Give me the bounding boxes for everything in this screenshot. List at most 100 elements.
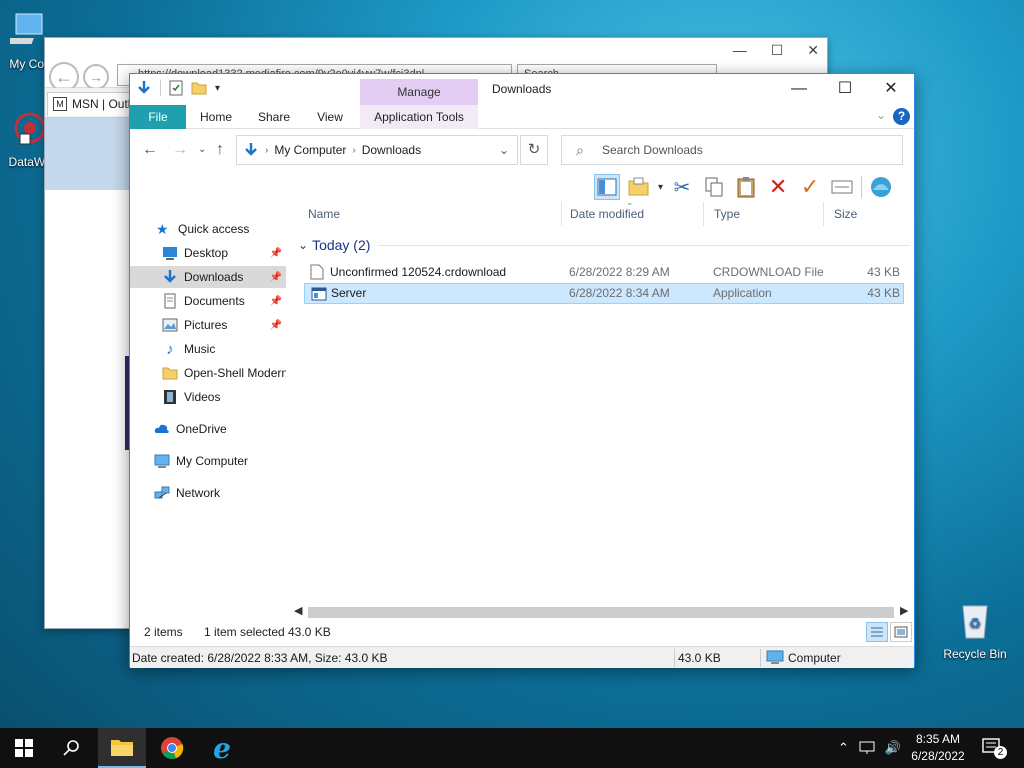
taskbar-clock[interactable]: 8:35 AM 6/28/2022 xyxy=(908,731,968,765)
taskbar-chrome[interactable] xyxy=(148,728,196,768)
delete-button[interactable]: ✕ xyxy=(765,174,791,200)
pin-icon[interactable]: 📌 xyxy=(270,248,282,259)
pin-icon[interactable]: 📌 xyxy=(270,272,282,283)
open-shell-button[interactable] xyxy=(868,174,894,200)
address-row: ← → ⌄ ↑ › My Computer › Downloads ⌄ ↻ ⌕ … xyxy=(130,132,914,168)
maximize-icon[interactable]: ☐ xyxy=(771,42,784,59)
large-icons-view-button[interactable] xyxy=(890,622,912,642)
pin-icon[interactable]: 📌 xyxy=(270,296,282,307)
close-icon[interactable]: ✕ xyxy=(807,42,819,59)
table-row[interactable]: Server 6/28/2022 8:34 AM Application 43 … xyxy=(304,283,904,304)
copy-button[interactable] xyxy=(701,174,727,200)
sidebar-item-downloads[interactable]: Downloads 📌 xyxy=(130,266,286,288)
sidebar-item-open-shell[interactable]: Open-Shell Modern xyxy=(130,362,286,384)
ribbon-expand-chevron-icon[interactable]: ⌄ xyxy=(876,108,886,122)
download-arrow-icon xyxy=(138,81,150,94)
folder-icon xyxy=(162,367,178,380)
column-header-type[interactable]: Type xyxy=(704,202,824,226)
refresh-button[interactable]: ↻ xyxy=(520,135,548,165)
document-icon xyxy=(164,293,176,309)
chevron-down-icon[interactable]: ⌄ xyxy=(499,143,509,157)
file-explorer-window[interactable]: ▾ Manage Downloads — ☐ ✕ File Home Share… xyxy=(129,73,915,668)
column-header-size[interactable]: Size xyxy=(824,202,904,226)
new-folder-icon[interactable] xyxy=(191,80,207,96)
details-view-button[interactable] xyxy=(866,622,888,642)
details-bar: Date created: 6/28/2022 8:33 AM, Size: 4… xyxy=(130,646,914,668)
chevron-up-icon[interactable]: ⌃ xyxy=(838,740,849,756)
action-center-button[interactable]: 2 xyxy=(982,738,1008,760)
sidebar-item-onedrive[interactable]: OneDrive xyxy=(130,418,286,440)
scissors-icon: ✂ xyxy=(673,176,691,199)
up-arrow-icon[interactable]: ↑ xyxy=(216,141,224,159)
browser-tab-msn[interactable]: M MSN | Outl xyxy=(47,92,138,116)
paste-button[interactable] xyxy=(733,174,759,200)
navigation-pane-button[interactable] xyxy=(594,174,620,200)
recent-chevron-icon[interactable]: ⌄ xyxy=(198,144,206,155)
pin-icon[interactable]: 📌 xyxy=(270,320,282,331)
sidebar-item-my-computer[interactable]: My Computer xyxy=(130,450,286,472)
properties-button[interactable]: ✓ xyxy=(797,174,823,200)
sidebar-item-label: My Computer xyxy=(176,454,249,468)
search-input[interactable]: ⌕ Search Downloads xyxy=(561,135,903,165)
cut-button[interactable]: ✂ xyxy=(669,174,695,200)
group-divider xyxy=(378,244,910,246)
tab-view[interactable]: View xyxy=(310,105,350,129)
minimize-icon[interactable]: — xyxy=(733,42,747,59)
tab-file[interactable]: File xyxy=(130,105,186,129)
scroll-left-arrow-icon[interactable]: ◀ xyxy=(294,604,302,617)
file-size: 43 KB xyxy=(867,265,900,279)
browser-caption-buttons: — ☐ ✕ xyxy=(733,42,819,59)
details-divider xyxy=(760,649,761,667)
taskbar-search-button[interactable] xyxy=(48,728,96,768)
sidebar-item-network[interactable]: Network xyxy=(130,482,286,504)
help-icon[interactable]: ? xyxy=(893,108,910,125)
scrollbar-thumb[interactable] xyxy=(308,607,894,618)
file-date: 6/28/2022 8:34 AM xyxy=(569,286,670,300)
music-note-icon: ♪ xyxy=(166,341,174,358)
close-icon[interactable]: ✕ xyxy=(868,74,914,104)
details-divider xyxy=(674,649,675,667)
desktop-icon-label: Recycle Bin xyxy=(943,647,1007,661)
start-button[interactable] xyxy=(0,728,48,768)
address-bar[interactable]: › My Computer › Downloads ⌄ xyxy=(236,135,518,165)
scroll-right-arrow-icon[interactable]: ▶ xyxy=(900,604,908,617)
sidebar-item-quick-access[interactable]: ★ Quick access xyxy=(130,218,286,240)
breadcrumb-my-computer[interactable]: My Computer xyxy=(274,143,346,157)
taskbar-internet-explorer[interactable]: e xyxy=(198,728,246,768)
chevron-down-icon: ⌄ xyxy=(298,238,309,252)
chevron-down-icon[interactable]: ▾ xyxy=(658,182,663,193)
tab-application-tools[interactable]: Application Tools xyxy=(360,105,478,129)
taskbar-file-explorer[interactable] xyxy=(98,728,146,768)
column-header-name[interactable]: Name xyxy=(298,202,562,226)
tab-label: MSN | Outl xyxy=(72,97,131,111)
context-tab-manage[interactable]: Manage xyxy=(360,79,478,105)
sidebar-item-music[interactable]: ♪ Music xyxy=(130,338,286,360)
group-header-today[interactable]: ⌄ Today (2) xyxy=(298,234,910,256)
breadcrumb-separator-icon: › xyxy=(352,144,356,156)
network-icon[interactable] xyxy=(859,741,875,755)
file-name: Server xyxy=(331,286,367,300)
minimize-icon[interactable]: — xyxy=(776,74,822,104)
horizontal-scrollbar[interactable]: ◀ ▶ xyxy=(292,604,914,620)
recycle-bin-icon: ♻ xyxy=(962,605,988,639)
sidebar-item-documents[interactable]: Documents 📌 xyxy=(130,290,286,312)
desktop-icon-recycle-bin[interactable]: ♻ Recycle Bin xyxy=(940,600,1010,661)
speaker-icon[interactable]: 🔊 xyxy=(885,740,901,756)
clock-date: 6/28/2022 xyxy=(911,749,965,763)
maximize-icon[interactable]: ☐ xyxy=(822,74,868,104)
cloud-icon xyxy=(154,424,169,433)
file-icon xyxy=(310,264,324,280)
breadcrumb-downloads[interactable]: Downloads xyxy=(362,143,421,157)
tab-share[interactable]: Share xyxy=(252,105,296,129)
forward-arrow-icon[interactable]: → xyxy=(172,141,188,159)
sidebar-item-desktop[interactable]: Desktop 📌 xyxy=(130,242,286,264)
tab-home[interactable]: Home xyxy=(194,105,238,129)
back-arrow-icon[interactable]: ← xyxy=(142,141,158,159)
properties-icon[interactable] xyxy=(169,80,183,96)
email-button[interactable] xyxy=(829,174,855,200)
forward-arrow-icon[interactable]: → xyxy=(83,64,109,90)
table-row[interactable]: Unconfirmed 120524.crdownload 6/28/2022 … xyxy=(304,262,904,283)
sidebar-item-videos[interactable]: Videos xyxy=(130,386,286,408)
chevron-down-icon[interactable]: ▾ xyxy=(215,83,220,94)
sidebar-item-pictures[interactable]: Pictures 📌 xyxy=(130,314,286,336)
